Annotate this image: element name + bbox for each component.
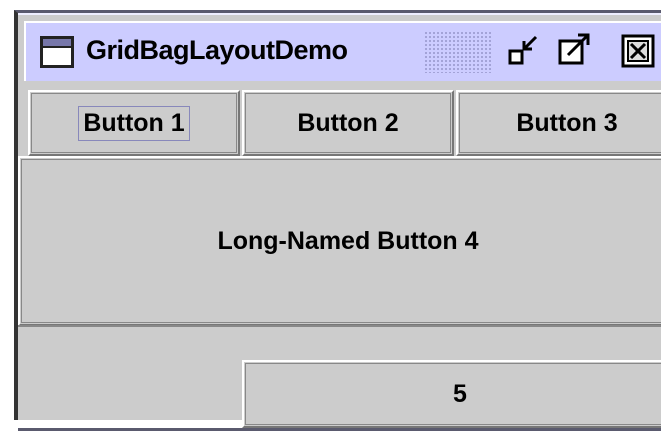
button-4[interactable]: Long-Named Button 4 — [18, 156, 661, 326]
button-5-label: 5 — [453, 379, 467, 408]
window-icon[interactable] — [40, 36, 74, 68]
button-2-label: Button 2 — [297, 108, 399, 137]
window-title: GridBagLayoutDemo — [86, 35, 348, 65]
minimize-icon — [508, 35, 538, 65]
separator — [18, 325, 661, 327]
maximize-button[interactable] — [556, 31, 596, 71]
title-gripper — [424, 31, 492, 73]
title-bar[interactable]: GridBagLayoutDemo — [24, 21, 661, 81]
window-frame: GridBagLayoutDemo Button 1 Button 2 Butt… — [14, 10, 661, 431]
minimize-button[interactable] — [506, 31, 546, 71]
button-1-label: Button 1 — [78, 105, 190, 141]
button-2[interactable]: Button 2 — [242, 90, 454, 156]
button-3-label: Button 3 — [516, 108, 618, 137]
close-button[interactable] — [618, 31, 658, 71]
button-3[interactable]: Button 3 — [456, 90, 661, 156]
content-pane: Button 1 Button 2 Button 3 Long-Named Bu… — [18, 84, 661, 431]
close-icon — [621, 34, 655, 68]
maximize-icon — [558, 33, 590, 65]
button-1[interactable]: Button 1 — [28, 90, 240, 156]
button-4-label: Long-Named Button 4 — [217, 226, 479, 255]
button-5[interactable]: 5 — [242, 360, 661, 428]
